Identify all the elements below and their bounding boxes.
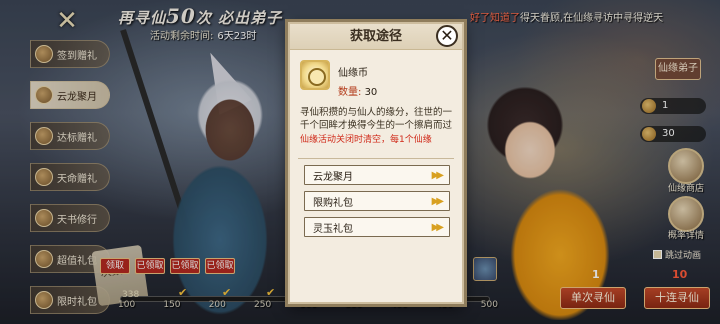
source-button-limited-pack[interactable]: 限购礼包 ▶▶ (304, 191, 450, 211)
source-button-cloud-dragon[interactable]: 云龙聚月 ▶▶ (304, 165, 450, 185)
item-description: 寻仙积攒的与仙人的缘分，往世的一千个回眸才换得今生的一个擦肩而过 (300, 107, 453, 131)
source-button-jade-pack[interactable]: 灵玉礼包 ▶▶ (304, 217, 450, 237)
double-arrow-icon: ▶▶ (431, 221, 445, 233)
coin-icon (300, 60, 330, 90)
source-label: 限购礼包 (313, 197, 353, 209)
item-info: 仙缘币 数量: 30 (290, 50, 462, 98)
quantity-label: 数量: (338, 87, 362, 98)
item-warning: 仙缘活动关闭时清空，每1个仙缘 (300, 135, 432, 145)
source-modal: 获取途径 ✕ 仙缘币 数量: 30 寻仙积攒的与仙人的缘分，往世的一千个回眸才换… (288, 22, 464, 304)
source-label: 云龙聚月 (313, 171, 353, 183)
source-label: 灵玉礼包 (313, 223, 353, 235)
double-arrow-icon: ▶▶ (431, 195, 445, 207)
item-name: 仙缘币 (338, 68, 368, 79)
item-quantity: 数量: 30 (338, 83, 377, 98)
double-arrow-icon: ▶▶ (431, 169, 445, 181)
divider (298, 158, 454, 159)
quantity-value: 30 (364, 87, 378, 98)
close-icon[interactable]: ✕ (436, 25, 458, 47)
